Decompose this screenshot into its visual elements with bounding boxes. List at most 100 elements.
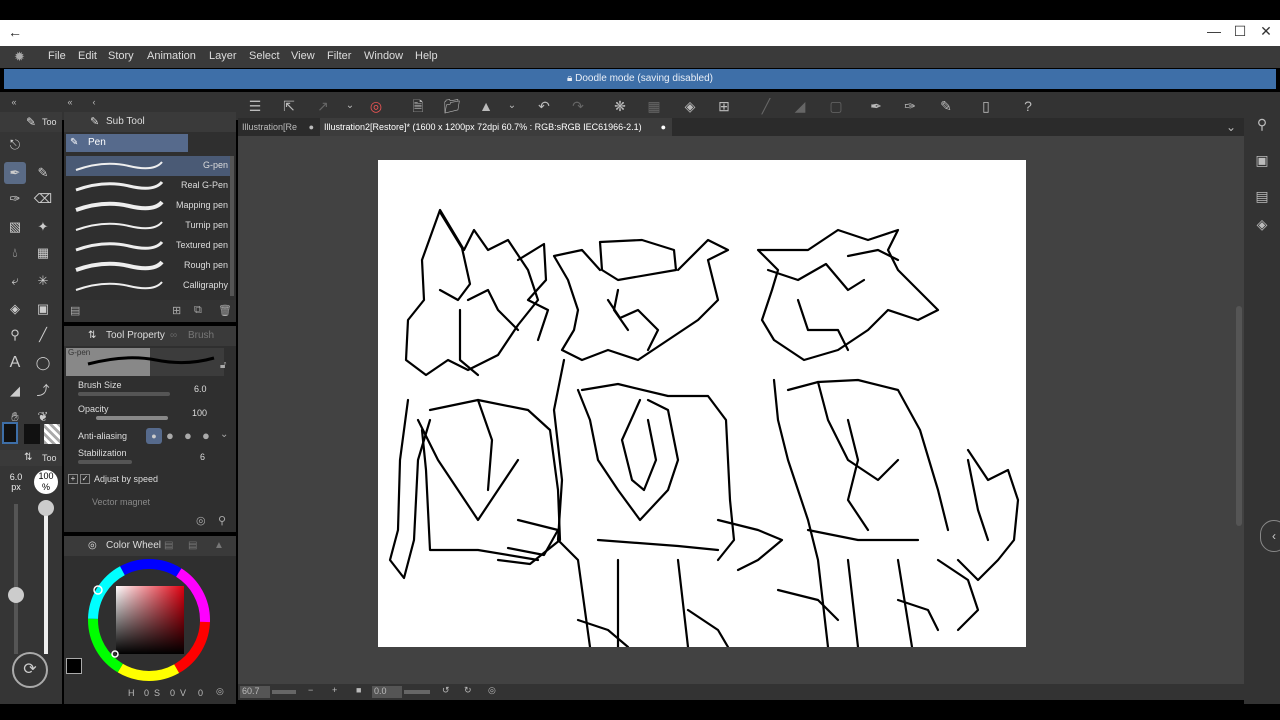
menu-animation[interactable]: Animation <box>147 50 196 62</box>
brush-item[interactable]: Rough pen <box>66 256 232 276</box>
color-wheel-title[interactable]: Color Wheel <box>106 536 161 556</box>
drawing-canvas[interactable] <box>378 160 1026 647</box>
tabs-dropdown-icon[interactable]: ⌄ <box>1226 120 1236 134</box>
menu-story[interactable]: Story <box>108 50 134 62</box>
antialias-none-icon[interactable]: ● <box>146 428 162 444</box>
zoom-value[interactable]: 60.7 <box>240 686 270 698</box>
pen-group-tab[interactable]: ✎ Pen <box>66 134 188 152</box>
stabilization-value[interactable]: 6 <box>200 452 205 462</box>
brush-icon[interactable]: ✑ <box>900 96 920 116</box>
color-history-tab-icon[interactable]: ▤ <box>188 536 197 556</box>
brush-item[interactable]: Real G-Pen <box>66 176 232 196</box>
sub-tool-settings-icon[interactable]: ▤ <box>70 304 80 317</box>
minimize-icon[interactable]: — <box>1204 23 1224 39</box>
main-color-swatch[interactable] <box>2 422 18 444</box>
rotate-right-icon[interactable]: ↻ <box>464 685 472 696</box>
rotate-icon[interactable]: ⟳ <box>12 652 48 688</box>
sub-view-icon[interactable]: ▣ <box>1252 152 1272 172</box>
maximize-icon[interactable]: ☐ <box>1230 23 1250 40</box>
expand-panel-icon[interactable]: ‹ <box>1260 520 1280 552</box>
app-logo-icon[interactable]: ✹ <box>14 49 32 65</box>
loading-icon[interactable]: ❋ <box>610 96 630 116</box>
vertical-scrollbar[interactable] <box>1236 306 1242 526</box>
menu-window[interactable]: Window <box>364 50 403 62</box>
ruler-tool-icon[interactable]: ⤴ <box>32 380 54 402</box>
sparkle-tool-icon[interactable]: ✦ <box>32 216 54 238</box>
magic-wand-icon[interactable]: ✳ <box>32 270 54 292</box>
duplicate-subtool-icon[interactable]: ⧉ <box>194 304 202 317</box>
hue-value[interactable]: 0 <box>144 688 149 698</box>
color-mode-icon[interactable]: ◎ <box>216 686 224 697</box>
pen-edit-icon[interactable]: ✒ <box>866 96 886 116</box>
save-icon[interactable]: ▲ <box>476 96 496 116</box>
clear-icon[interactable]: ╱ <box>756 96 776 116</box>
collapse-icon[interactable]: « <box>60 92 80 112</box>
redo-icon[interactable]: ↷ <box>568 96 588 116</box>
reset-rotation-icon[interactable]: ◎ <box>488 685 496 696</box>
pencil-line-icon[interactable]: ✎ <box>936 96 956 116</box>
tool-palette-tab-label[interactable]: Too <box>42 117 57 127</box>
device-icon[interactable]: ▯ <box>976 96 996 116</box>
move-icon[interactable]: ⎋ <box>4 134 26 156</box>
help-icon[interactable]: ? <box>1018 96 1038 116</box>
decoration-tool-icon[interactable]: ▧ <box>4 216 26 238</box>
chevron-left-icon[interactable]: ‹ <box>84 92 104 112</box>
eyedropper-tool-icon[interactable]: ⚲ <box>4 324 26 346</box>
gradient-tool-icon[interactable]: ▣ <box>32 298 54 320</box>
blend-tool-icon[interactable]: 💧︎ <box>4 242 26 264</box>
tab-illustration-2[interactable]: Illustration2[Restore]* (1600 x 1200px 7… <box>320 118 672 136</box>
brush-item[interactable]: G-pen <box>66 156 232 176</box>
selection-icon[interactable]: ▢ <box>826 96 846 116</box>
brush-item[interactable]: Textured pen <box>66 236 232 256</box>
angle-slider[interactable] <box>404 690 430 694</box>
save-dropdown-icon[interactable]: ⌄ <box>502 96 522 116</box>
menu-select[interactable]: Select <box>249 50 280 62</box>
color-set-tab-icon[interactable]: ▤ <box>164 536 173 556</box>
close-icon[interactable]: ✕ <box>1256 23 1276 40</box>
back-arrow-icon[interactable]: ← <box>8 24 22 40</box>
brush-size-value[interactable]: 6.0 <box>194 384 207 394</box>
brush-tool-icon[interactable]: ✑ <box>4 188 26 210</box>
fill-icon[interactable]: ◈ <box>680 96 700 116</box>
opacity-value-prop[interactable]: 100 <box>192 408 207 418</box>
tab-close-icon-active[interactable]: ● <box>661 118 666 136</box>
color-wheel[interactable] <box>84 558 214 688</box>
balloon-tool-icon[interactable]: ◯ <box>32 352 54 374</box>
size-slider-handle[interactable] <box>8 587 24 603</box>
reset-property-icon[interactable]: ◎ <box>196 514 206 527</box>
zoom-in-icon[interactable]: + <box>332 685 337 695</box>
color-slider-tab-icon[interactable]: ▲ <box>214 536 224 556</box>
stabilization-slider[interactable] <box>78 460 132 464</box>
fill-area-icon[interactable]: ◢ <box>790 96 810 116</box>
new-file-icon[interactable]: 🗎︎ <box>408 96 428 116</box>
antialias-dropdown-icon[interactable]: ⌄ <box>220 429 228 440</box>
tab-illustration-1[interactable]: Illustration[Re ● <box>238 118 320 136</box>
menu-edit[interactable]: Edit <box>78 50 97 62</box>
transparent-color-swatch[interactable] <box>44 424 60 444</box>
record-icon[interactable]: ◎ <box>366 96 386 116</box>
sub-color-swatch[interactable] <box>24 424 40 444</box>
value-value[interactable]: 0 <box>198 688 203 698</box>
tab-close-icon[interactable]: ● <box>309 118 314 136</box>
brush-item[interactable]: Mapping pen <box>66 196 232 216</box>
brush-size-slider[interactable] <box>78 392 170 396</box>
brush-item[interactable]: Calligraphy <box>66 276 232 296</box>
hamburger-menu-icon[interactable]: ☰ <box>245 96 265 116</box>
text-tool-icon[interactable]: A <box>4 352 26 374</box>
pen-tool-icon[interactable]: ✒ <box>4 162 26 184</box>
saturation-value[interactable]: 0 <box>170 688 175 698</box>
adjust-speed-checkbox[interactable]: ✓ <box>80 474 90 484</box>
expand-icon[interactable]: + <box>68 474 78 484</box>
menu-view[interactable]: View <box>291 50 315 62</box>
zoom-out-icon[interactable]: − <box>308 685 313 695</box>
opacity-slider[interactable] <box>96 416 168 420</box>
chevron-down-icon[interactable]: ⌄ <box>340 96 360 116</box>
angle-value[interactable]: 0.0 <box>372 686 402 698</box>
add-subtool-icon[interactable]: ⊞ <box>172 304 181 317</box>
fit-icon[interactable]: ■ <box>356 685 361 695</box>
opacity-slider-handle[interactable] <box>38 500 54 516</box>
frame-tool-icon[interactable]: ◢ <box>4 380 26 402</box>
resize-icon[interactable]: ⇱ <box>279 96 299 116</box>
layers-icon[interactable]: ◈ <box>1252 216 1272 236</box>
tool-property-title[interactable]: Tool Property <box>106 326 165 346</box>
